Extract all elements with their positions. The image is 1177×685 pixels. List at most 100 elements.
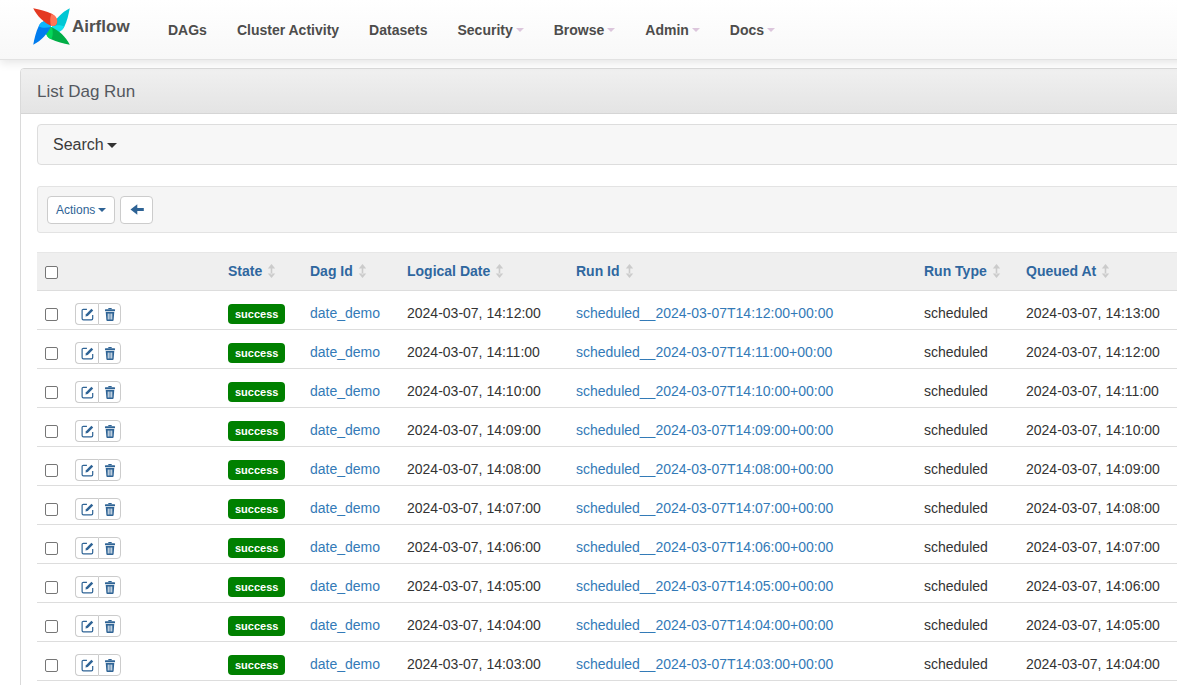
dag-id-link[interactable]: date_demo [310,383,380,399]
row-state-cell: success [220,641,302,680]
dag-id-link[interactable]: date_demo [310,422,380,438]
row-checkbox[interactable] [45,503,58,516]
run-type-text: scheduled [924,539,988,555]
row-checkbox[interactable] [45,347,58,360]
logical-date-text: 2024-03-07, 14:11:00 [407,344,540,360]
nav-item-datasets[interactable]: Datasets [354,0,442,60]
edit-record-button[interactable] [75,498,98,520]
dag-id-link[interactable]: date_demo [310,539,380,555]
row-run-id-cell: scheduled__2024-03-07T14:03:00+00:00 [568,641,916,680]
row-actions-group [75,537,121,559]
table-row: success date_demo 2024-03-07, 14:10:00 s… [37,368,1177,407]
edit-record-button[interactable] [75,303,98,325]
delete-record-button[interactable] [98,654,121,676]
run-id-link[interactable]: scheduled__2024-03-07T14:07:00+00:00 [576,500,833,516]
row-checkbox[interactable] [45,425,58,438]
delete-record-button[interactable] [98,342,121,364]
dag-id-link[interactable]: date_demo [310,344,380,360]
nav-item-docs[interactable]: Docs [715,0,790,60]
nav-item-browse[interactable]: Browse [539,0,631,60]
edit-record-button[interactable] [75,342,98,364]
row-state-cell: success [220,485,302,524]
row-checkbox[interactable] [45,659,58,672]
actions-dropdown-button[interactable]: Actions [47,196,115,224]
delete-record-button[interactable] [98,459,121,481]
run-id-link[interactable]: scheduled__2024-03-07T14:06:00+00:00 [576,539,833,555]
dag-id-link[interactable]: date_demo [310,461,380,477]
airflow-wordmark: Airflow [72,17,130,37]
table-row: success date_demo 2024-03-07, 14:02:00 s… [37,680,1177,685]
nav-item-security[interactable]: Security [442,0,538,60]
dag-id-link[interactable]: date_demo [310,578,380,594]
row-select-cell [37,641,67,680]
edit-record-button[interactable] [75,537,98,559]
run-id-link[interactable]: scheduled__2024-03-07T14:10:00+00:00 [576,383,833,399]
edit-record-button[interactable] [75,381,98,403]
run-id-link[interactable]: scheduled__2024-03-07T14:08:00+00:00 [576,461,833,477]
row-checkbox[interactable] [45,308,58,321]
row-checkbox[interactable] [45,620,58,633]
airflow-brand[interactable]: Airflow [0,7,153,46]
row-run-id-cell: scheduled__2024-03-07T14:06:00+00:00 [568,524,916,563]
row-checkbox[interactable] [45,464,58,477]
row-state-cell: success [220,563,302,602]
table-row: success date_demo 2024-03-07, 14:09:00 s… [37,407,1177,446]
edit-record-button[interactable] [75,576,98,598]
dag-id-link[interactable]: date_demo [310,500,380,516]
delete-record-button[interactable] [98,576,121,598]
row-checkbox[interactable] [45,386,58,399]
sort-icon [992,264,1001,278]
logical-date-text: 2024-03-07, 14:07:00 [407,500,541,516]
delete-record-button[interactable] [98,303,121,325]
sort-link-logical-date[interactable]: Logical Date [407,263,504,279]
row-queued-at-cell: 2024-03-07, 14:08:00 [1018,485,1177,524]
delete-record-button[interactable] [98,537,121,559]
delete-record-button[interactable] [98,381,121,403]
run-id-link[interactable]: scheduled__2024-03-07T14:03:00+00:00 [576,656,833,672]
dag-id-link[interactable]: date_demo [310,656,380,672]
row-state-cell: success [220,291,302,330]
back-button[interactable] [120,196,153,224]
edit-record-button[interactable] [75,420,98,442]
trash-icon [104,542,116,555]
nav-item-cluster-activity[interactable]: Cluster Activity [222,0,354,60]
delete-record-button[interactable] [98,498,121,520]
run-id-link[interactable]: scheduled__2024-03-07T14:05:00+00:00 [576,578,833,594]
sort-link-run-type[interactable]: Run Type [924,263,1001,279]
row-actions-group [75,615,121,637]
row-run-type-cell: scheduled [916,407,1018,446]
sort-link-dag-id[interactable]: Dag Id [310,263,367,279]
row-checkbox[interactable] [45,542,58,555]
sort-link-queued-at[interactable]: Queued At [1026,263,1110,279]
run-id-link[interactable]: scheduled__2024-03-07T14:12:00+00:00 [576,305,833,321]
sort-icon [267,264,276,278]
logical-date-text: 2024-03-07, 14:10:00 [407,383,541,399]
sort-link-run-id[interactable]: Run Id [576,263,634,279]
edit-record-button[interactable] [75,459,98,481]
row-run-id-cell: scheduled__2024-03-07T14:12:00+00:00 [568,291,916,330]
dag-id-link[interactable]: date_demo [310,305,380,321]
nav-item-dags[interactable]: DAGs [153,0,222,60]
nav-item-admin[interactable]: Admin [630,0,715,60]
search-collapse-toggle[interactable]: Search [37,124,1177,165]
row-actions-group [75,498,121,520]
table-header-row: State Dag Id Logical Date Run Id Run Typ… [37,253,1177,291]
row-queued-at-cell: 2024-03-07, 14:09:00 [1018,446,1177,485]
run-id-link[interactable]: scheduled__2024-03-07T14:04:00+00:00 [576,617,833,633]
row-actions-group [75,576,121,598]
run-id-link[interactable]: scheduled__2024-03-07T14:09:00+00:00 [576,422,833,438]
row-dag-id-cell: date_demo [302,291,399,330]
edit-record-button[interactable] [75,615,98,637]
row-checkbox[interactable] [45,581,58,594]
select-all-checkbox[interactable] [45,266,58,279]
row-dag-id-cell: date_demo [302,524,399,563]
edit-icon [81,347,94,360]
row-actions-cell [67,368,220,407]
row-logical-date-cell: 2024-03-07, 14:05:00 [399,563,568,602]
delete-record-button[interactable] [98,615,121,637]
delete-record-button[interactable] [98,420,121,442]
edit-record-button[interactable] [75,654,98,676]
dag-id-link[interactable]: date_demo [310,617,380,633]
sort-link-state[interactable]: State [228,263,276,279]
run-id-link[interactable]: scheduled__2024-03-07T14:11:00+00:00 [576,344,832,360]
